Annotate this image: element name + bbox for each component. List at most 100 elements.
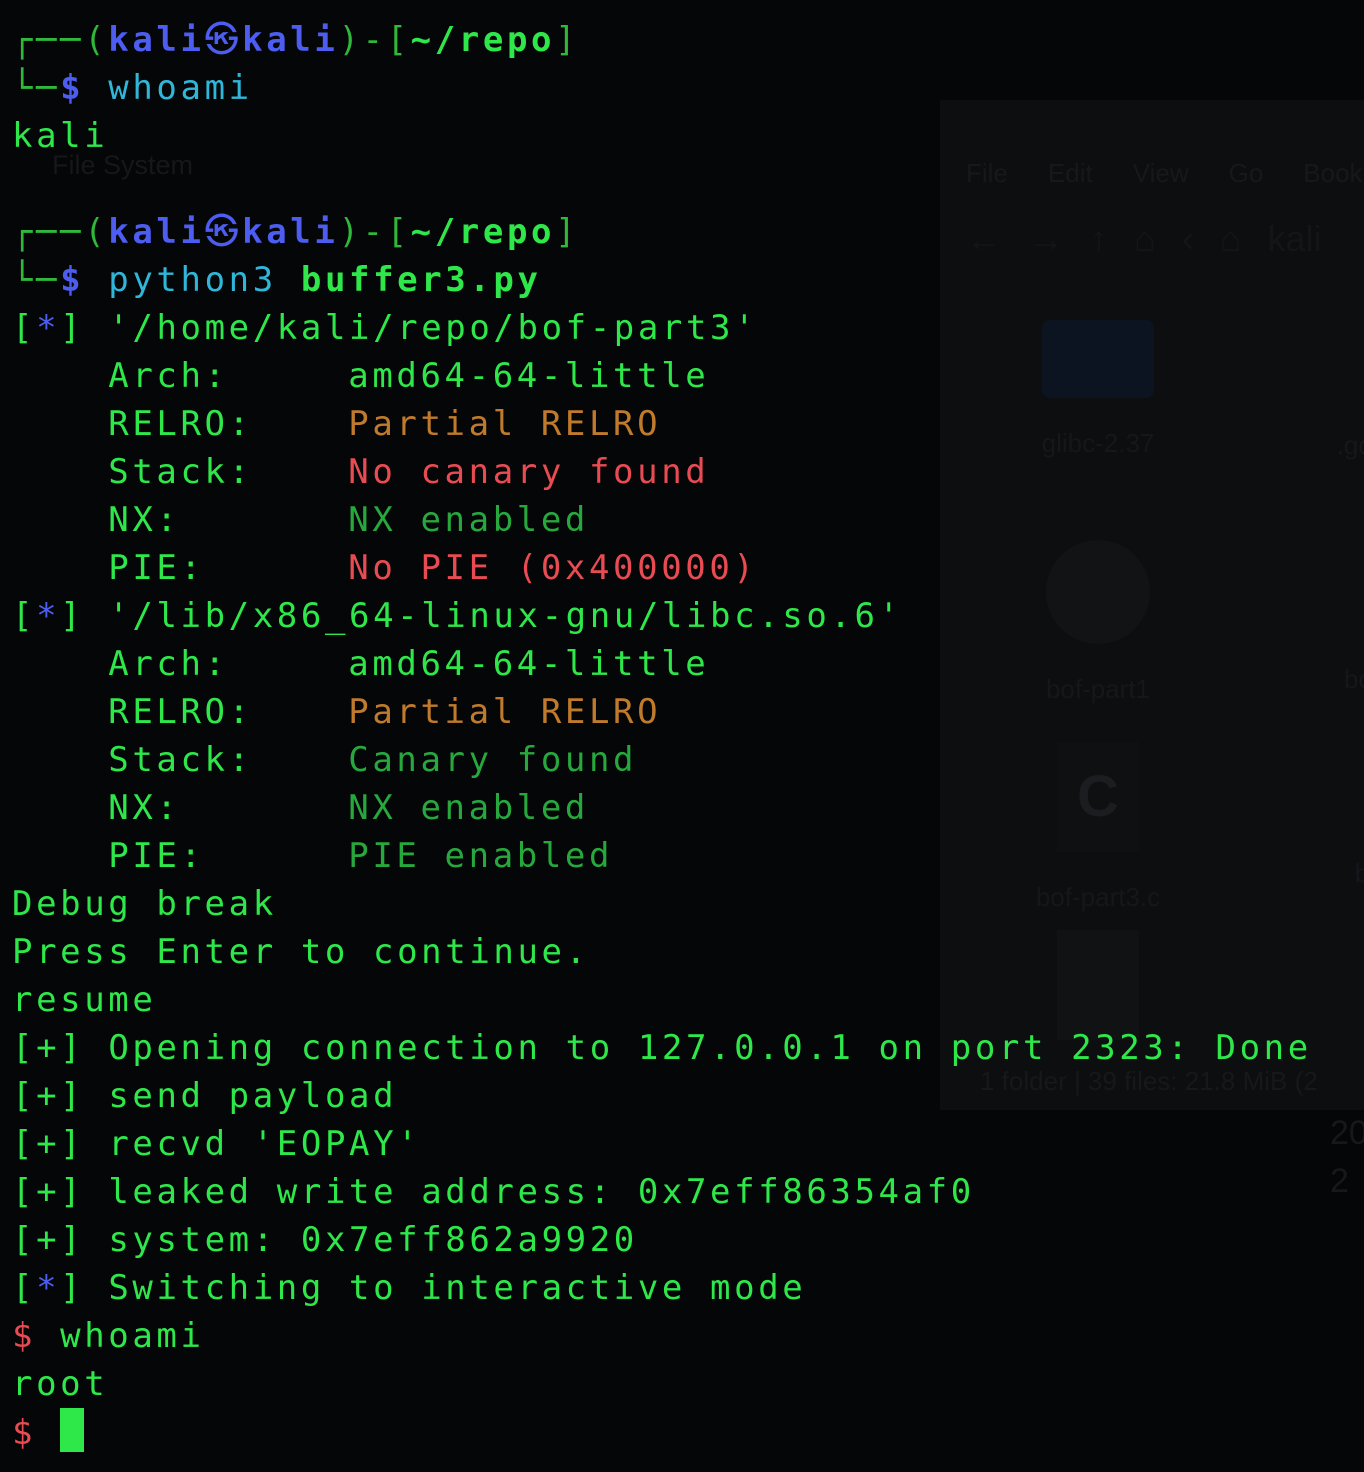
checksec-key: NX: [108,500,181,540]
log-line: [+] Opening connection to 127.0.0.1 on p… [12,1028,1312,1068]
log-text: recvd 'EOPAY' [108,1124,422,1164]
command-argument: buffer3.py [300,260,542,300]
prompt-box-bottom: └─ [12,260,61,300]
log-line: [+] recvd 'EOPAY' [12,1124,422,1164]
checksec-key: Arch: [108,644,229,684]
menu-file: File [966,158,1008,188]
output-line: Press Enter to continue. [12,932,590,972]
checksec-key: PIE: [108,548,205,588]
prompt-header: ┌──(kali㉿kali)-[~/repo] [12,16,579,64]
checksec-value: Canary found [348,740,638,780]
log-line: [+] send payload [12,1076,398,1116]
command-text: python3 [108,260,277,300]
tile-label: bof-part1 [1045,674,1151,704]
checksec-key: NX: [108,788,181,828]
success-marker: + [36,1076,61,1116]
prompt-header: ┌──(kali㉿kali)-[~/repo] [12,208,579,256]
checksec-row: PIE: No PIE (0x400000) [12,544,757,592]
kali-logo-icon: ㉿ [204,20,243,60]
prompt-box-top: ┌──( [12,212,109,252]
prompt-path: ~/repo [410,212,556,252]
checksec-header: [*] '/lib/x86_64-linux-gnu/libc.so.6' [12,596,903,636]
prompt-close: ] [555,20,580,60]
prompt-host: kali [242,212,339,252]
checksec-value: Partial RELRO [348,404,662,444]
menu-go: Go [1228,158,1264,188]
checksec-key: Stack: [108,452,253,492]
log-text: leaked write address: 0x7eff86354af0 [108,1172,975,1212]
gear-icon [1046,540,1150,644]
checksec-value: Partial RELRO [348,692,662,732]
success-marker: + [36,1124,61,1164]
output-line: Debug break [12,884,277,924]
checksec-value: PIE enabled [348,836,614,876]
file-manager-window [940,100,1364,1110]
checksec-row: RELRO: Partial RELRO [12,688,661,736]
checksec-row: RELRO: Partial RELRO [12,400,661,448]
tile-label: bof-part3.c [1035,882,1161,912]
prompt-close: ] [555,212,580,252]
menu-bookmarks: Book [1303,158,1363,188]
log-line: [+] leaked write address: 0x7eff86354af0 [12,1172,975,1212]
text-cursor[interactable] [60,1408,85,1452]
tile-b: b [1262,858,1364,889]
checksec-value: NX enabled [348,788,589,828]
checksec-key: Stack: [108,740,253,780]
clock-fragment-1: 20 [1330,1114,1364,1152]
log-text: system: 0x7eff862a9920 [108,1220,638,1260]
file-manager-menubar: File Edit View Go Book [966,158,1363,189]
log-text: Opening connection to 127.0.0.1 on port … [108,1028,1312,1068]
checksec-row: Stack: No canary found [12,448,709,496]
checksec-value: No PIE (0x400000) [348,548,758,588]
tile-glibc: glibc-2.37 [998,320,1198,459]
checksec-key: RELRO: [108,404,253,444]
command-output: kali [12,116,109,156]
binary-path: '/home/kali/repo/bof-part3' [108,308,759,348]
prompt-sign: $ [60,260,85,300]
tile-label: glibc-2.37 [1041,428,1155,458]
tile-label: .gdb [1336,430,1364,460]
log-line: [*] Switching to interactive mode [12,1268,807,1308]
command-text: whoami [108,68,253,108]
c-file-icon: C [1057,742,1139,852]
menu-edit: Edit [1047,158,1093,188]
prompt-separator: )-[ [338,20,411,60]
prompt-command-line: └─$ whoami [12,64,253,112]
info-marker: * [36,308,61,348]
output-line: resume [12,980,157,1020]
checksec-header: [*] '/home/kali/repo/bof-part3' [12,308,759,348]
checksec-value: No canary found [348,452,710,492]
tile-bof: bof [1262,664,1364,695]
prompt-sign: $ [60,68,85,108]
shell-prompt-sign: $ [12,1413,37,1453]
file-manager-toolbar: ← → ↑ ⌂ ‹ ⌂ kali [966,218,1322,260]
prompt-box-top: ┌──( [12,20,109,60]
log-text: send payload [108,1076,398,1116]
checksec-value: amd64-64-little [348,644,710,684]
tile-label: bof [1343,664,1364,694]
prompt-path: ~/repo [410,20,556,60]
checksec-value: NX enabled [348,500,589,540]
checksec-row: Stack: Canary found [12,736,637,784]
prompt-box-bottom: └─ [12,68,61,108]
checksec-row: Arch: amd64-64-little [12,352,709,400]
checksec-row: NX: NX enabled [12,784,589,832]
info-marker: * [36,596,61,636]
checksec-key: PIE: [108,836,205,876]
info-marker: * [36,1268,61,1308]
back-arrow-icon: ← [966,218,1002,259]
log-line: [+] system: 0x7eff862a9920 [12,1220,638,1260]
checksec-row: NX: NX enabled [12,496,589,544]
tile-bof-part1: bof-part1 [998,540,1198,705]
home-icon: ⌂ [1134,218,1156,259]
tile-label: b [1354,858,1364,888]
shell-command: whoami [60,1316,205,1356]
tile-gdb: .gdb [1262,430,1364,461]
prompt-user: kali [108,20,205,60]
success-marker: + [36,1028,61,1068]
left-chevron-icon: ‹ [1181,218,1194,259]
checksec-key: RELRO: [108,692,253,732]
shell-input-line[interactable]: $ [12,1408,85,1456]
checksec-key: Arch: [108,356,229,396]
prompt-command-line: └─$ python3 buffer3.py [12,256,542,304]
